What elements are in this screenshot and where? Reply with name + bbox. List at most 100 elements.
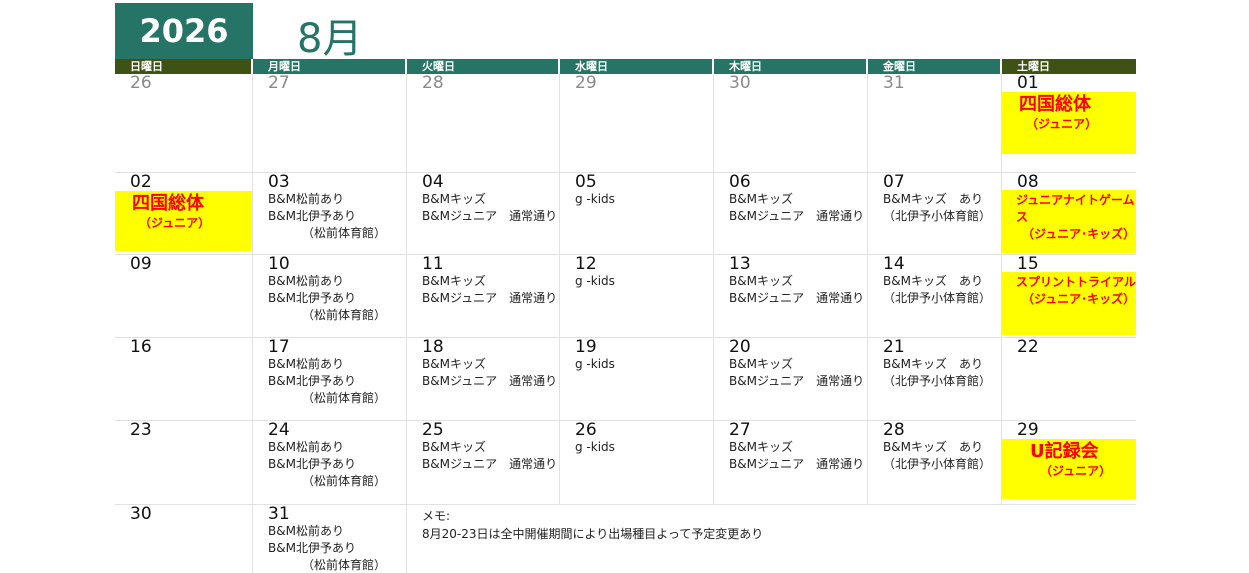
day-cell[interactable]: 29	[560, 74, 714, 172]
event-list: B&M松前あり B&M北伊予あり （松前体育館）	[253, 273, 406, 324]
highlight-event: スプリントトライアル （ジュニア･キッズ）	[1002, 272, 1136, 335]
event-item: B&Mキッズ	[729, 440, 793, 454]
calendar-week-row: 09 10 B&M松前あり B&M北伊予あり （松前体育館） 11 B&Mキッズ B&Mジュニ…	[115, 255, 1136, 338]
day-number: 14	[883, 255, 905, 274]
day-cell[interactable]: 28 B&Mキッズ あり （北伊予小体育館）	[868, 421, 1002, 504]
day-cell[interactable]: 07 B&Mキッズ あり （北伊予小体育館）	[868, 173, 1002, 254]
highlight-event: U記録会 （ジュニア）	[1002, 439, 1136, 499]
day-number: 31	[883, 74, 905, 93]
weekday-header-row: 日曜日 月曜日 火曜日 水曜日 木曜日 金曜日 土曜日	[115, 59, 1136, 74]
day-number: 11	[422, 255, 444, 274]
day-cell[interactable]: 13 B&Mキッズ B&Mジュニア 通常通り	[714, 255, 868, 337]
day-cell[interactable]: 20 B&Mキッズ B&Mジュニア 通常通り	[714, 338, 868, 420]
event-item: B&Mキッズ	[422, 192, 486, 206]
highlight-event: 四国総体 （ジュニア）	[1002, 92, 1136, 154]
day-number: 23	[130, 421, 152, 440]
day-number: 19	[575, 338, 597, 357]
day-cell[interactable]: 27 B&Mキッズ B&Mジュニア 通常通り	[714, 421, 868, 504]
day-number: 21	[883, 338, 905, 357]
event-list: B&Mキッズ B&Mジュニア 通常通り	[407, 273, 559, 307]
day-cell[interactable]: 12 g -kids	[560, 255, 714, 337]
event-list: B&Mキッズ あり （北伊予小体育館）	[868, 191, 1001, 225]
day-cell[interactable]: 15 スプリントトライアル （ジュニア･キッズ）	[1002, 255, 1136, 337]
day-cell[interactable]: 01 四国総体 （ジュニア）	[1002, 74, 1136, 172]
event-item: B&Mジュニア 通常通り	[729, 209, 865, 223]
highlight-event-subtitle: （ジュニア）	[1040, 464, 1112, 478]
day-cell[interactable]: 28	[407, 74, 560, 172]
year-label: 2026	[115, 3, 253, 59]
day-cell[interactable]: 03 B&M松前あり B&M北伊予あり （松前体育館）	[253, 173, 407, 254]
day-number: 25	[422, 421, 444, 440]
day-number: 27	[729, 421, 751, 440]
day-cell[interactable]: 08 ジュニアナイトゲームス （ジュニア･キッズ）	[1002, 173, 1136, 254]
highlight-event-line: スプリントトライアル	[1016, 275, 1136, 289]
event-item: B&M北伊予あり	[268, 209, 356, 223]
event-item: B&Mジュニア 通常通り	[422, 291, 558, 305]
calendar-week-row: 02 四国総体 （ジュニア） 03 B&M松前あり B&M北伊予あり （松前体育館） 04 B&…	[115, 173, 1136, 255]
day-number: 16	[130, 338, 152, 357]
day-cell[interactable]: 26	[115, 74, 253, 172]
event-item: B&M松前あり	[268, 192, 344, 206]
day-number: 26	[130, 74, 152, 93]
day-number: 26	[575, 421, 597, 440]
event-item: B&Mジュニア 通常通り	[729, 291, 865, 305]
day-cell[interactable]: 30	[115, 505, 253, 573]
day-cell[interactable]: 19 g -kids	[560, 338, 714, 420]
day-number: 01	[1017, 74, 1039, 93]
event-list: B&Mキッズ B&Mジュニア 通常通り	[714, 273, 867, 307]
day-cell[interactable]: 05 g -kids	[560, 173, 714, 254]
weekday-header-mon: 月曜日	[253, 59, 407, 74]
event-item: g -kids	[575, 274, 615, 288]
day-cell[interactable]: 27	[253, 74, 407, 172]
event-list: B&Mキッズ B&Mジュニア 通常通り	[714, 356, 867, 390]
day-cell[interactable]: 16	[115, 338, 253, 420]
day-cell[interactable]: 25 B&Mキッズ B&Mジュニア 通常通り	[407, 421, 560, 504]
event-item: B&Mキッズ	[422, 440, 486, 454]
event-item: B&Mキッズ	[729, 192, 793, 206]
day-cell[interactable]: 14 B&Mキッズ あり （北伊予小体育館）	[868, 255, 1002, 337]
day-cell[interactable]: 06 B&Mキッズ B&Mジュニア 通常通り	[714, 173, 868, 254]
event-item: B&Mジュニア 通常通り	[422, 457, 558, 471]
day-cell[interactable]: 02 四国総体 （ジュニア）	[115, 173, 253, 254]
day-number: 27	[268, 74, 290, 93]
day-number: 12	[575, 255, 597, 274]
day-cell[interactable]: 26 g -kids	[560, 421, 714, 504]
day-number: 29	[575, 74, 597, 93]
event-list: B&M松前あり B&M北伊予あり （松前体育館）	[253, 439, 406, 490]
event-list: B&Mキッズ B&Mジュニア 通常通り	[407, 191, 559, 225]
day-cell[interactable]: 31	[868, 74, 1002, 172]
weekday-header-fri: 金曜日	[868, 59, 1002, 74]
day-cell[interactable]: 21 B&Mキッズ あり （北伊予小体育館）	[868, 338, 1002, 420]
event-item: B&Mキッズ	[729, 357, 793, 371]
highlight-event-title: U記録会	[1030, 441, 1099, 462]
day-cell[interactable]: 24 B&M松前あり B&M北伊予あり （松前体育館）	[253, 421, 407, 504]
event-item: B&Mジュニア 通常通り	[422, 374, 558, 388]
day-cell[interactable]: 11 B&Mキッズ B&Mジュニア 通常通り	[407, 255, 560, 337]
event-item: B&M松前あり	[268, 440, 344, 454]
day-cell[interactable]: 04 B&Mキッズ B&Mジュニア 通常通り	[407, 173, 560, 254]
memo-note: メモ: 8月20-23日は全中開催期間により出場種目よって予定変更あり	[422, 507, 763, 543]
day-cell[interactable]: 23	[115, 421, 253, 504]
day-cell[interactable]: 17 B&M松前あり B&M北伊予あり （松前体育館）	[253, 338, 407, 420]
day-cell[interactable]: 10 B&M松前あり B&M北伊予あり （松前体育館）	[253, 255, 407, 337]
day-number: 31	[268, 505, 290, 524]
day-number: 17	[268, 338, 290, 357]
calendar-week-row: 30 31 B&M松前あり B&M北伊予あり （松前体育館） メモ: 8月20-23日は全中…	[115, 505, 1136, 573]
day-cell[interactable]: 31 B&M松前あり B&M北伊予あり （松前体育館）	[253, 505, 407, 573]
event-item: B&Mキッズ あり	[883, 357, 983, 371]
event-list: B&Mキッズ あり （北伊予小体育館）	[868, 356, 1001, 390]
day-cell[interactable]: 29 U記録会 （ジュニア）	[1002, 421, 1136, 504]
day-cell[interactable]: 09	[115, 255, 253, 337]
day-number: 03	[268, 173, 290, 192]
day-number: 30	[130, 505, 152, 524]
day-number: 20	[729, 338, 751, 357]
day-number: 15	[1017, 255, 1039, 274]
day-number: 28	[422, 74, 444, 93]
day-cell[interactable]: 18 B&Mキッズ B&Mジュニア 通常通り	[407, 338, 560, 420]
day-number: 06	[729, 173, 751, 192]
event-list: B&Mキッズ B&Mジュニア 通常通り	[407, 439, 559, 473]
weekday-header-sun: 日曜日	[115, 59, 253, 74]
highlight-event-line: （ジュニア･キッズ）	[1022, 227, 1136, 241]
day-cell[interactable]: 30	[714, 74, 868, 172]
day-cell[interactable]: 22	[1002, 338, 1136, 420]
